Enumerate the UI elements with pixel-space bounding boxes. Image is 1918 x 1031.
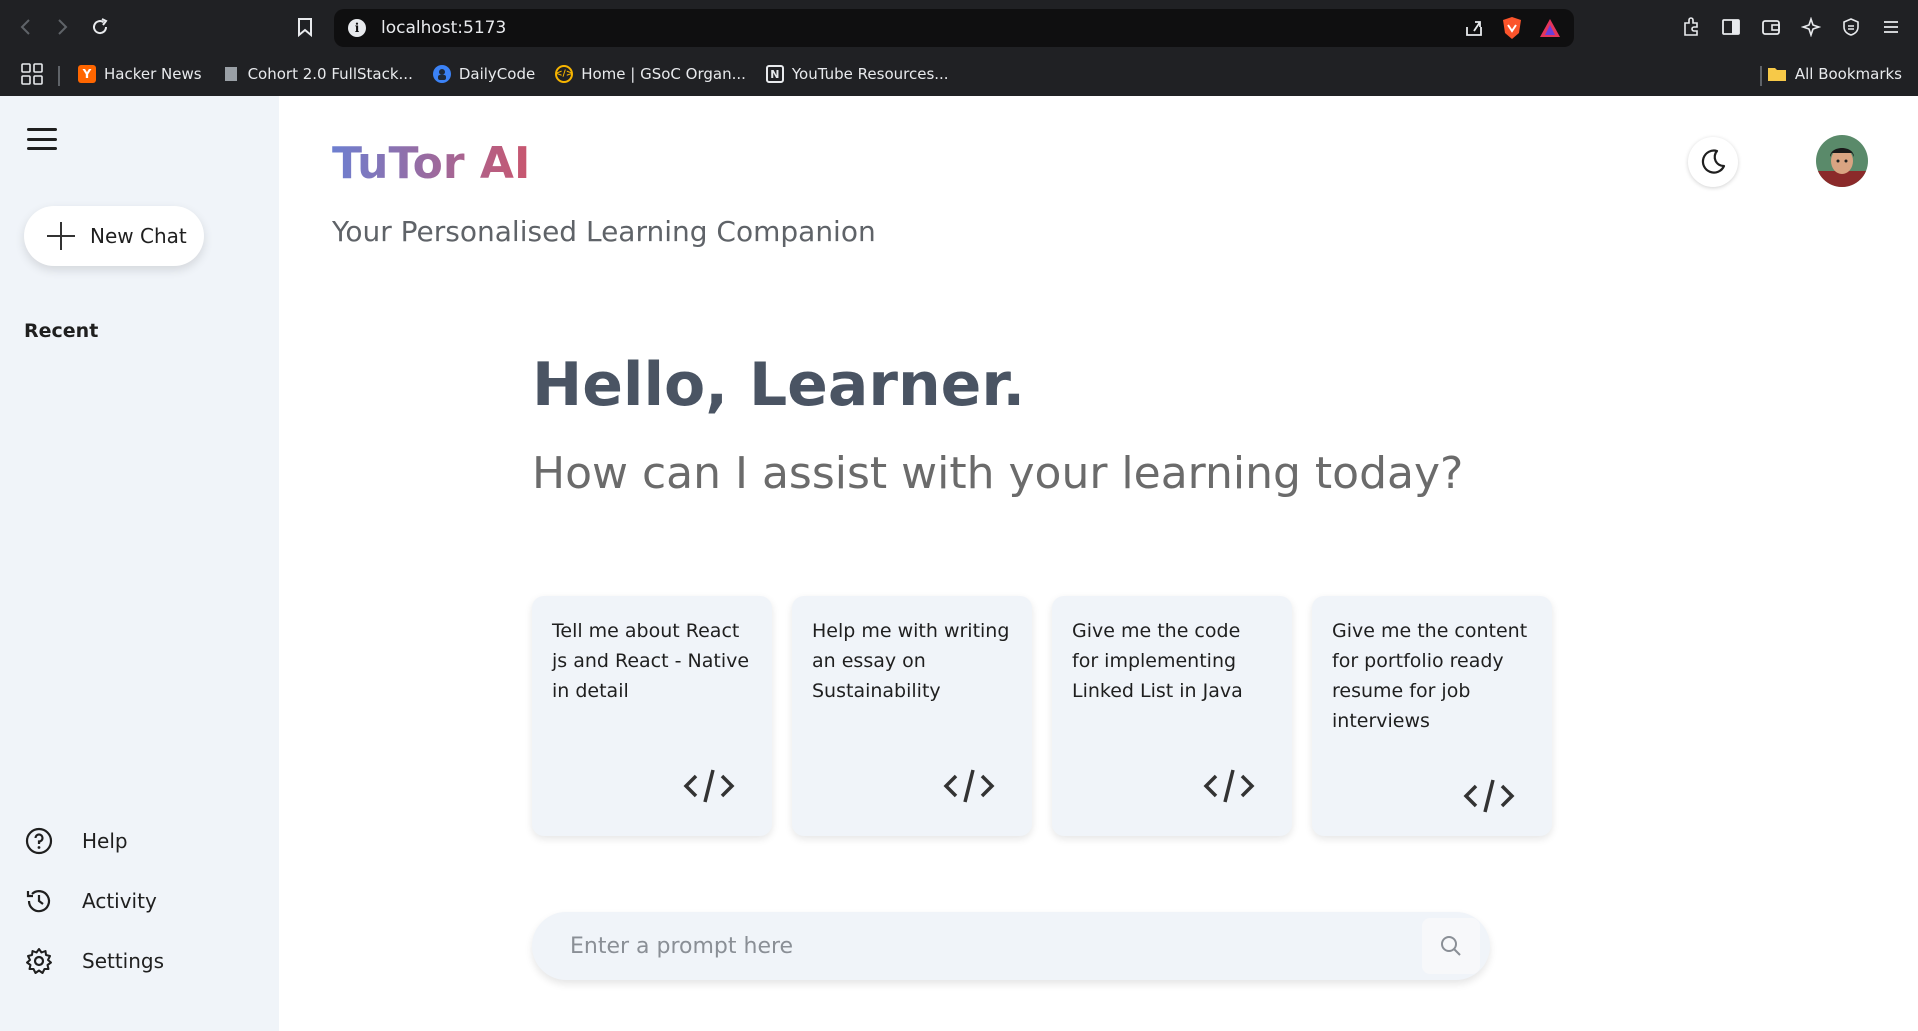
bookmark-youtube-resources[interactable]: N YouTube Resources...: [765, 60, 949, 88]
vpn-icon[interactable]: [1838, 14, 1864, 40]
bookmark-dailycode[interactable]: DailyCode: [432, 60, 536, 88]
brave-shield-icon[interactable]: [1500, 16, 1524, 40]
tagline: Your Personalised Learning Companion: [332, 215, 876, 248]
brave-rewards-icon[interactable]: [1538, 16, 1562, 40]
dailycode-icon: [432, 65, 451, 83]
suggestion-card[interactable]: Give me the content for portfolio ready …: [1312, 596, 1552, 836]
code-icon: [943, 769, 995, 803]
browser-toolbar: i localhost:5173: [0, 0, 1918, 54]
bookmark-label: Hacker News: [104, 65, 202, 83]
apps-grid-icon[interactable]: [20, 62, 44, 86]
new-chat-label: New Chat: [90, 224, 187, 248]
folder-icon: [1767, 68, 1786, 81]
sidebar: New Chat Recent Help Activity Settings: [0, 96, 279, 1031]
hacker-news-icon: Y: [78, 65, 96, 83]
bookmarks-divider: [1760, 66, 1762, 86]
leo-ai-icon[interactable]: [1798, 14, 1824, 40]
suggestion-card-text: Give me the code for implementing Linked…: [1072, 620, 1243, 702]
help-icon: [25, 827, 53, 855]
site-info-icon[interactable]: i: [348, 19, 366, 37]
bookmarks-divider: [58, 66, 60, 86]
sidebar-item-label: Help: [82, 829, 128, 853]
extensions-icon[interactable]: [1678, 14, 1704, 40]
avatar[interactable]: [1816, 135, 1868, 187]
document-icon: [222, 65, 240, 83]
code-icon: [1463, 779, 1515, 813]
bookmark-cohort[interactable]: Cohort 2.0 FullStack...: [222, 60, 413, 88]
suggestion-card[interactable]: Help me with writing an essay on Sustain…: [792, 596, 1032, 836]
bookmark-label: Cohort 2.0 FullStack...: [247, 65, 413, 83]
suggestion-cards: Tell me about React js and React - Nativ…: [532, 596, 1552, 836]
recent-heading: Recent: [24, 320, 99, 342]
bookmarks-bar: Y Hacker News Cohort 2.0 FullStack... Da…: [0, 54, 1918, 96]
new-chat-button[interactable]: New Chat: [24, 206, 204, 266]
prompt-bar: [532, 912, 1490, 980]
bookmark-page-icon[interactable]: [292, 14, 318, 40]
reload-icon[interactable]: [86, 13, 114, 41]
share-icon[interactable]: [1462, 16, 1486, 40]
back-icon[interactable]: [12, 13, 40, 41]
greeting-heading: Hello, Learner.: [532, 350, 1026, 420]
bookmark-label: Home | GSoC Organ...: [581, 65, 746, 83]
suggestion-card-text: Tell me about React js and React - Nativ…: [552, 620, 750, 702]
moon-icon: [1701, 149, 1726, 174]
sidebar-bottom-links: Help Activity Settings: [24, 826, 164, 976]
all-bookmarks-folder[interactable]: All Bookmarks: [1767, 60, 1902, 88]
prompt-input[interactable]: [570, 930, 1390, 962]
bookmark-label: DailyCode: [458, 65, 536, 83]
code-icon: [1203, 769, 1255, 803]
browser-menu-icon[interactable]: [1878, 14, 1904, 40]
bookmark-gsoc[interactable]: </> Home | GSoC Organ...: [555, 60, 746, 88]
send-button[interactable]: [1422, 918, 1480, 974]
brand-title: TuTor AI: [332, 138, 531, 189]
bookmark-hacker-news[interactable]: Y Hacker News: [78, 60, 202, 88]
address-bar[interactable]: i localhost:5173: [334, 9, 1574, 47]
suggestion-card-text: Help me with writing an essay on Sustain…: [812, 620, 1010, 702]
theme-toggle-button[interactable]: [1688, 137, 1738, 187]
notion-icon: N: [765, 65, 784, 83]
greeting-subheading: How can I assist with your learning toda…: [532, 448, 1464, 499]
forward-icon[interactable]: [48, 13, 76, 41]
wallet-icon[interactable]: [1758, 14, 1784, 40]
code-icon: [683, 769, 735, 803]
sidebar-item-help[interactable]: Help: [24, 826, 164, 856]
suggestion-card[interactable]: Give me the code for implementing Linked…: [1052, 596, 1292, 836]
browser-chrome: i localhost:5173 Y Hacker News Cohort 2.…: [0, 0, 1918, 96]
history-icon: [26, 890, 51, 913]
sidebar-toggle-icon[interactable]: [1718, 14, 1744, 40]
gear-icon: [26, 948, 52, 974]
gsoc-icon: </>: [555, 65, 573, 83]
bookmark-label: YouTube Resources...: [791, 65, 949, 83]
address-url: localhost:5173: [381, 18, 507, 38]
all-bookmarks-label: All Bookmarks: [1794, 65, 1902, 83]
search-icon: [1441, 936, 1461, 956]
suggestion-card[interactable]: Tell me about React js and React - Nativ…: [532, 596, 772, 836]
sidebar-item-settings[interactable]: Settings: [24, 946, 164, 976]
sidebar-item-label: Settings: [82, 949, 165, 973]
sidebar-item-label: Activity: [82, 889, 157, 913]
plus-icon: [46, 221, 76, 251]
suggestion-card-text: Give me the content for portfolio ready …: [1332, 620, 1528, 732]
hamburger-menu-icon[interactable]: [24, 124, 60, 154]
sidebar-item-activity[interactable]: Activity: [24, 886, 164, 916]
